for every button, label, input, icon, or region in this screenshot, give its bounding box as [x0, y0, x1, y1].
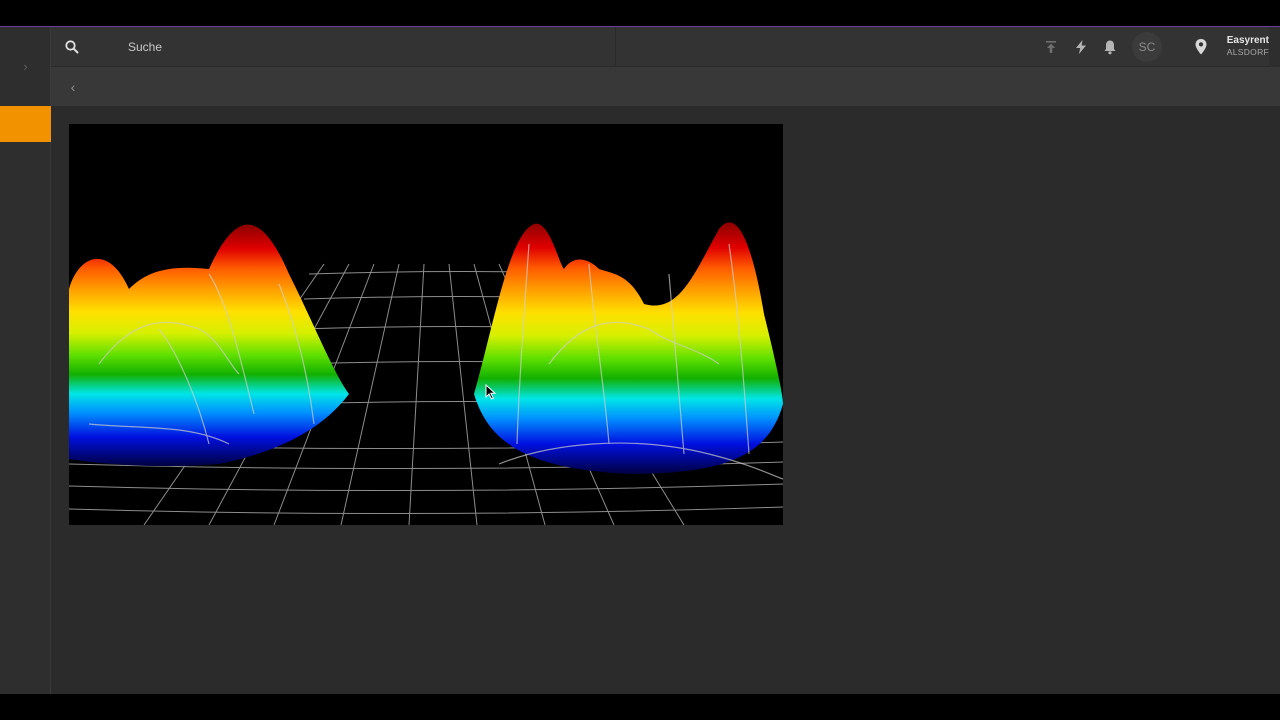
mouse-cursor-icon — [485, 384, 497, 400]
avatar[interactable]: SC — [1132, 32, 1162, 62]
org-switcher[interactable]: Easyrent ALSDORF — [1217, 35, 1269, 58]
screen: › Suche SC Easyrent ALSDORF ‹ — [0, 0, 1280, 720]
org-name: Easyrent — [1226, 35, 1269, 46]
bell-icon[interactable] — [1101, 38, 1119, 56]
breadcrumb: ‹ — [51, 67, 1280, 106]
lightning-icon[interactable] — [1072, 38, 1090, 56]
sidebar-expand-button[interactable]: › — [0, 27, 51, 106]
bottom-letterbox — [0, 694, 1280, 720]
sidebar: › — [0, 27, 51, 694]
main-content — [51, 106, 1280, 694]
app-window: › Suche SC Easyrent ALSDORF ‹ — [0, 27, 1280, 694]
video-player[interactable] — [69, 124, 783, 525]
topbar-edge — [1269, 27, 1280, 67]
upload-icon[interactable] — [1042, 38, 1060, 56]
topbar-divider — [615, 27, 616, 67]
chevron-left-icon: ‹ — [70, 79, 76, 95]
back-button[interactable]: ‹ — [65, 79, 81, 95]
chevron-right-icon: › — [23, 59, 28, 74]
sidebar-item-active[interactable] — [0, 106, 51, 142]
search-input[interactable] — [117, 35, 598, 59]
surface-plot-frame — [69, 124, 783, 525]
top-bar: SC Easyrent ALSDORF — [51, 27, 1280, 67]
search-icon[interactable] — [64, 39, 80, 55]
org-location: ALSDORF — [1226, 47, 1269, 57]
location-pin-icon[interactable] — [1193, 38, 1209, 56]
